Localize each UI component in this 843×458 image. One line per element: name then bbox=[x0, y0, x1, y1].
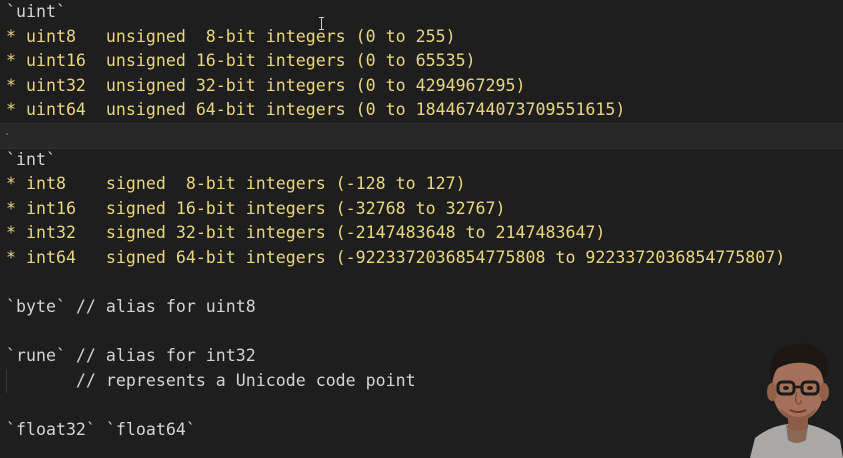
code-line-int-heading[interactable]: `int` bbox=[6, 148, 56, 172]
code-line-int64[interactable]: * int64 signed 64-bit integers (-9223372… bbox=[6, 246, 785, 270]
code-line-byte[interactable]: `byte` // alias for uint8 bbox=[6, 295, 256, 319]
code-line-float[interactable]: `float32` `float64` bbox=[6, 418, 196, 442]
code-line-uint32[interactable]: * uint32 unsigned 32-bit integers (0 to … bbox=[6, 74, 526, 98]
presenter-webcam-icon bbox=[750, 330, 843, 458]
code-line-rune-comment[interactable]: // represents a Unicode code point bbox=[6, 369, 416, 393]
code-line-int32[interactable]: * int32 signed 32-bit integers (-2147483… bbox=[6, 221, 605, 245]
editor-screen: `uint` * uint8 unsigned 8-bit integers (… bbox=[0, 0, 843, 458]
code-line-int8[interactable]: * int8 signed 8-bit integers (-128 to 12… bbox=[6, 172, 466, 196]
code-line-uint16[interactable]: * uint16 unsigned 16-bit integers (0 to … bbox=[6, 49, 476, 73]
code-line-rune[interactable]: `rune` // alias for int32 bbox=[6, 344, 256, 368]
code-line-uint64[interactable]: * uint64 unsigned 64-bit integers (0 to … bbox=[6, 98, 625, 122]
text-cursor bbox=[6, 133, 8, 135]
current-line-highlight bbox=[0, 123, 843, 149]
code-line-int16[interactable]: * int16 signed 16-bit integers (-32768 t… bbox=[6, 197, 506, 221]
code-line-uint-heading[interactable]: `uint` bbox=[6, 0, 66, 24]
code-line-uint8[interactable]: * uint8 unsigned 8-bit integers (0 to 25… bbox=[6, 25, 456, 49]
ibeam-cursor-icon bbox=[319, 17, 325, 30]
